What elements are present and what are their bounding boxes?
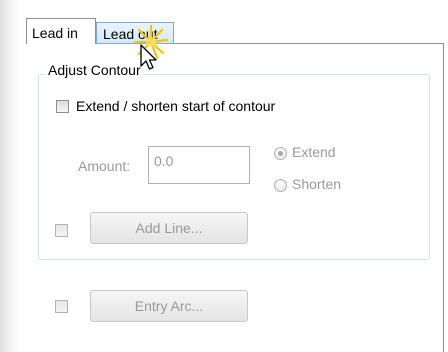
lead-options-dialog: Lead in Lead out Adjust Contour Extend /… bbox=[0, 0, 448, 352]
entry-arc-checkbox[interactable] bbox=[55, 300, 68, 313]
radio-shorten[interactable] bbox=[274, 179, 287, 192]
tab-lead-in[interactable]: Lead in bbox=[26, 18, 96, 44]
tab-lead-in-label: Lead in bbox=[32, 25, 78, 41]
tab-lead-out[interactable]: Lead out bbox=[96, 22, 174, 44]
add-line-checkbox[interactable] bbox=[55, 224, 68, 237]
radio-extend[interactable] bbox=[274, 147, 287, 160]
tab-panel-right-border bbox=[443, 44, 444, 352]
group-title: Adjust Contour bbox=[45, 62, 144, 78]
radio-selected-dot bbox=[278, 151, 283, 156]
extend-shorten-label: Extend / shorten start of contour bbox=[76, 98, 276, 114]
radio-extend-label: Extend bbox=[292, 144, 336, 160]
radio-shorten-label: Shorten bbox=[292, 176, 342, 192]
tab-panel-top-border bbox=[174, 43, 444, 44]
tab-lead-out-label: Lead out bbox=[103, 26, 158, 42]
extend-shorten-checkbox[interactable] bbox=[56, 100, 69, 113]
entry-arc-button[interactable]: Entry Arc... bbox=[90, 290, 248, 322]
edge-shadow bbox=[0, 0, 20, 352]
amount-label: Amount: bbox=[78, 158, 131, 174]
add-line-button[interactable]: Add Line... bbox=[90, 212, 248, 244]
amount-input[interactable]: 0.0 bbox=[148, 146, 250, 184]
